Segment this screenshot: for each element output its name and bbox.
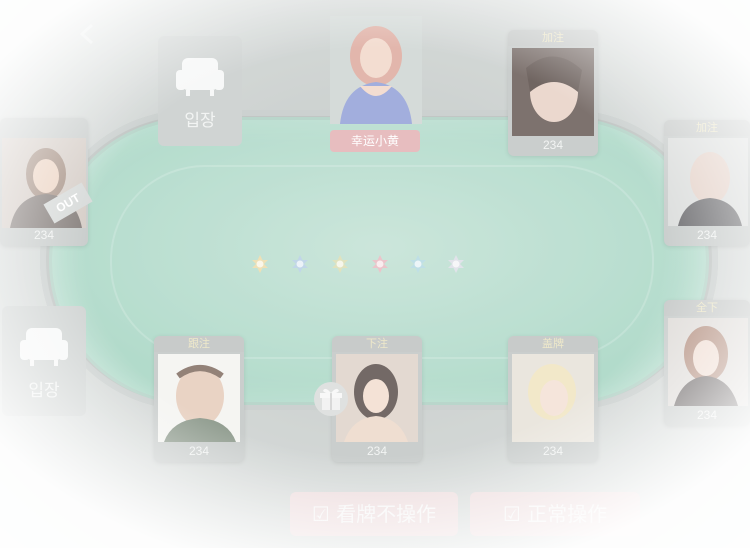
empty-seat-top-left[interactable]: 입장 <box>158 36 242 146</box>
chip-count: 234 <box>696 408 718 422</box>
action-tag: 加注 <box>508 30 598 46</box>
checkbox-icon: ☑ <box>311 502 337 526</box>
player-avatar <box>668 138 748 226</box>
check-fold-button[interactable]: ☑ 看牌不操作 <box>290 492 458 536</box>
player-avatar <box>158 354 240 442</box>
seat-right-upper[interactable]: 加注 234 <box>664 120 750 246</box>
chip-count: 234 <box>542 138 564 152</box>
player-avatar <box>668 318 748 406</box>
action-tag: 加注 <box>664 120 750 136</box>
chip-icon <box>446 254 466 274</box>
chip-icon <box>250 254 270 274</box>
seat-top-right[interactable]: 加注 234 <box>508 30 598 156</box>
chip-icon <box>408 254 428 274</box>
chip-icon <box>290 254 310 274</box>
normal-play-label: 正常操作 <box>527 502 608 526</box>
seat-bottom-right[interactable]: 盖牌 234 <box>508 336 598 462</box>
chip-count: 234 <box>696 228 718 242</box>
normal-play-button[interactable]: ☑ 正常操作 <box>470 492 640 536</box>
sit-label: 입장 <box>184 111 216 131</box>
action-tag: 盖牌 <box>508 336 598 352</box>
dealer-portrait <box>330 16 422 124</box>
seat-left-upper[interactable]: 234 <box>0 118 88 246</box>
chair-icon <box>20 328 68 366</box>
game-table-screen: 幸运小黄 입장 입장 234 OUT 加注 234 加注 234 全下 234 … <box>0 0 750 548</box>
chip-count: 234 <box>542 444 564 458</box>
dealer-name-badge: 幸运小黄 <box>330 130 420 152</box>
seat-right-lower[interactable]: 全下 234 <box>664 300 750 426</box>
player-avatar <box>512 354 594 442</box>
gift-icon <box>320 388 342 410</box>
seat-bottom-left[interactable]: 跟注 234 <box>154 336 244 462</box>
chip-icon <box>370 254 390 274</box>
chip-icon <box>330 254 350 274</box>
player-avatar <box>336 354 418 442</box>
dealer-frame <box>330 16 422 124</box>
empty-seat-left[interactable]: 입장 <box>2 306 86 416</box>
sit-label: 입장 <box>28 381 60 401</box>
action-tag: 跟注 <box>154 336 244 352</box>
player-avatar <box>2 138 86 228</box>
chip-count: 234 <box>366 444 388 458</box>
chip-count: 234 <box>188 444 210 458</box>
checkbox-icon: ☑ <box>502 502 528 526</box>
check-fold-label: 看牌不操作 <box>336 502 437 526</box>
player-avatar <box>512 48 594 136</box>
action-tag: 全下 <box>664 300 750 316</box>
chair-icon <box>176 58 224 96</box>
gift-button[interactable] <box>314 382 348 416</box>
chip-count: 234 <box>33 228 55 242</box>
action-tag: 下注 <box>332 336 422 352</box>
back-icon[interactable] <box>76 22 100 46</box>
